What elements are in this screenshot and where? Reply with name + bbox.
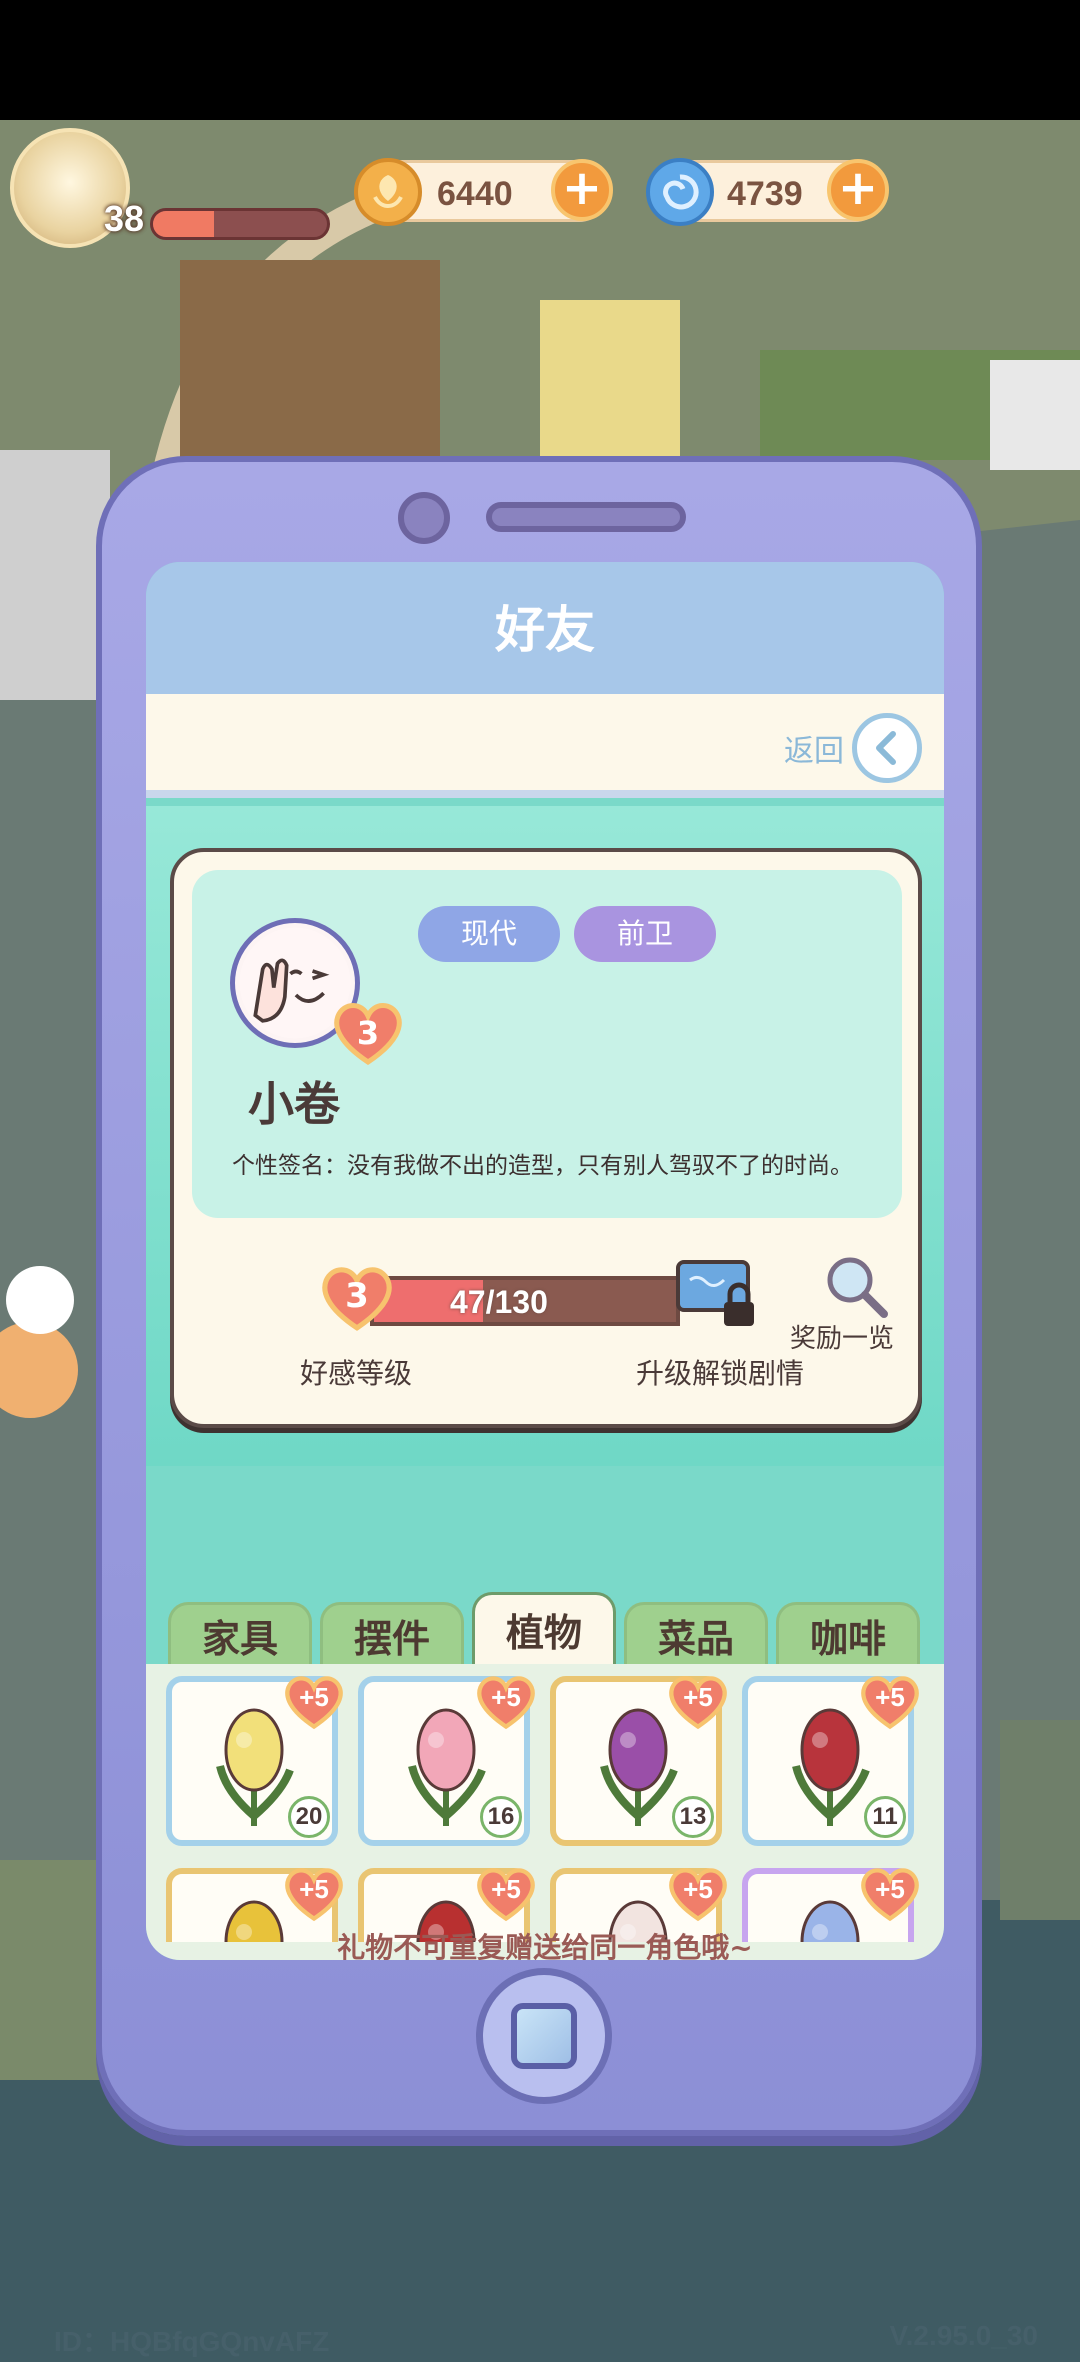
style-tag: 现代	[418, 906, 560, 962]
gift-item-grid: +520+516+513+511+58+58+58+56	[166, 1672, 926, 1942]
profile-info-panel: 3 现代 前卫 小卷 个性签名：没有我做不出的造型，只有别人驾驭不了的时尚。	[192, 870, 902, 1218]
friend-name: 小卷	[248, 1077, 340, 1131]
bonus-value: +5	[875, 1874, 905, 1904]
reward-list-label: 奖励一览	[790, 1324, 895, 1354]
unlock-story-label: 升级解锁剧情	[636, 1357, 805, 1390]
gift-category-tabs: 家具 摆件 植物 菜品 咖啡	[168, 1592, 928, 1668]
bonus-value: +5	[299, 1874, 329, 1904]
bonus-value: +5	[491, 1682, 521, 1712]
tab-0[interactable]: 家具	[168, 1602, 312, 1668]
locked-story-scroll-icon[interactable]	[672, 1256, 760, 1332]
phone-speaker	[486, 502, 686, 532]
player-level: 38	[104, 198, 145, 239]
back-button[interactable]: 返回	[784, 712, 922, 784]
coin-value: 6440	[437, 175, 513, 213]
gem-value: 4739	[727, 175, 803, 213]
affection-bonus-badge: +5	[858, 1864, 922, 1922]
coin-counter: 6440 +	[354, 158, 613, 226]
tab-2[interactable]: 植物	[472, 1592, 616, 1668]
affection-bonus-badge: +5	[474, 1864, 538, 1922]
gift-item[interactable]: +5 20	[166, 1676, 343, 1846]
chevron-left-icon	[852, 713, 922, 783]
gift-item[interactable]: +5 11	[742, 1676, 919, 1846]
app-version: V.2.95.0_30	[889, 2320, 1038, 2351]
add-gems-button[interactable]: +	[827, 159, 889, 221]
friend-signature: 个性签名：没有我做不出的造型，只有别人驾驭不了的时尚。	[232, 1153, 853, 1179]
add-coins-button[interactable]: +	[551, 159, 613, 221]
player-xp-fill	[153, 211, 214, 237]
gift-item[interactable]: +5 16	[358, 1676, 535, 1846]
item-count: 13	[672, 1796, 714, 1838]
magnifier-icon	[827, 1257, 888, 1318]
affection-bonus-badge: +5	[858, 1672, 922, 1730]
coin-icon	[354, 158, 422, 226]
affection-bonus-badge: +5	[282, 1864, 346, 1922]
affection-bonus-badge: +5	[666, 1672, 730, 1730]
style-tag: 前卫	[574, 906, 716, 962]
gem-counter: 4739 +	[646, 158, 889, 226]
status-bar	[0, 0, 1080, 120]
phone-frame: 好友 返回 3 现代 前卫 小卷 个性签名：没有我做不出的造型，只有别人驾驭不了…	[96, 456, 982, 2136]
back-label: 返回	[784, 734, 844, 769]
favor-level-badge: 3	[320, 1262, 394, 1332]
avatar-level-value: 3	[356, 1014, 380, 1052]
bonus-value: +5	[683, 1874, 713, 1904]
bonus-value: +5	[875, 1682, 905, 1712]
bonus-value: +5	[683, 1682, 713, 1712]
sub-header-bar: 返回	[146, 694, 944, 798]
phone-camera	[398, 492, 450, 544]
phone-home-button[interactable]	[476, 1968, 612, 2104]
item-count: 11	[864, 1796, 906, 1838]
affection-bonus-badge: +5	[282, 1672, 346, 1730]
item-count: 20	[288, 1796, 330, 1838]
swirl-gem-icon	[646, 158, 714, 226]
home-square-icon	[511, 2003, 577, 2069]
favor-level-value: 3	[345, 1276, 369, 1316]
affection-bonus-badge: +5	[474, 1672, 538, 1730]
favor-level-label: 好感等级	[300, 1357, 413, 1390]
gift-rule-note: 礼物不可重复赠送给同一角色哦~	[337, 1931, 753, 1960]
player-id: ID：HQBfqGQnvAFZ	[54, 2326, 330, 2357]
tab-3[interactable]: 菜品	[624, 1602, 768, 1668]
friend-profile-card: 3 现代 前卫 小卷 个性签名：没有我做不出的造型，只有别人驾驭不了的时尚。 3…	[170, 848, 922, 1428]
gift-item-panel: +520+516+513+511+58+58+58+56	[146, 1664, 944, 1960]
phone-screen: 好友 返回 3 现代 前卫 小卷 个性签名：没有我做不出的造型，只有别人驾驭不了…	[146, 562, 944, 1960]
affection-bonus-badge: +5	[666, 1864, 730, 1922]
avatar-heart-badge: 3	[332, 998, 404, 1066]
player-xp-bar	[150, 208, 330, 240]
screen-header: 好友	[146, 562, 944, 694]
tab-1[interactable]: 摆件	[320, 1602, 464, 1668]
bonus-value: +5	[491, 1874, 521, 1904]
tab-4[interactable]: 咖啡	[776, 1602, 920, 1668]
bonus-value: +5	[299, 1682, 329, 1712]
gift-item[interactable]: +5 13	[550, 1676, 727, 1846]
page-title: 好友	[495, 601, 595, 659]
item-count: 16	[480, 1796, 522, 1838]
favor-progress-text: 47/130	[450, 1284, 548, 1320]
